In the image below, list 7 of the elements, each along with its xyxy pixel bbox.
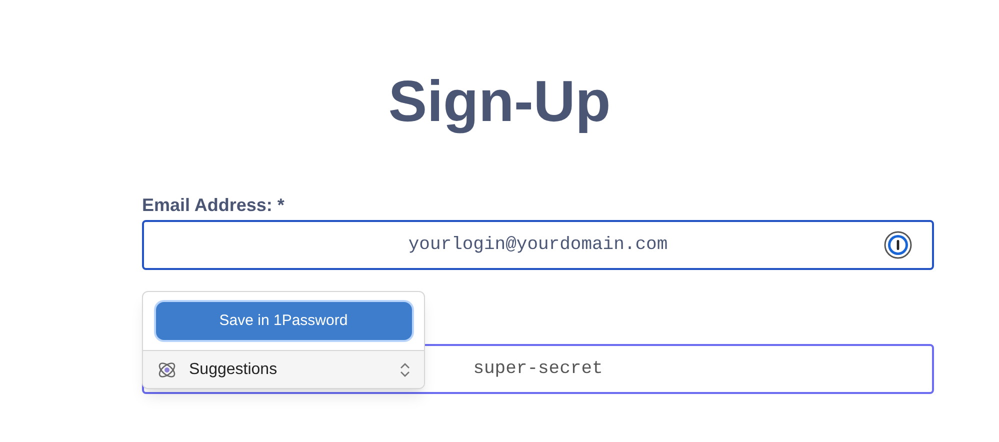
orbit-icon	[157, 360, 177, 380]
page-title: Sign-Up	[388, 68, 611, 136]
save-button[interactable]: Save in 1Password	[156, 302, 412, 340]
chevron-up-down-icon	[400, 362, 410, 378]
field-label: Email Address: *	[142, 194, 284, 216]
email-field[interactable]: yourlogin@yourdomain.com	[142, 220, 934, 270]
suggestions-menu[interactable]: Suggestions	[143, 350, 424, 388]
